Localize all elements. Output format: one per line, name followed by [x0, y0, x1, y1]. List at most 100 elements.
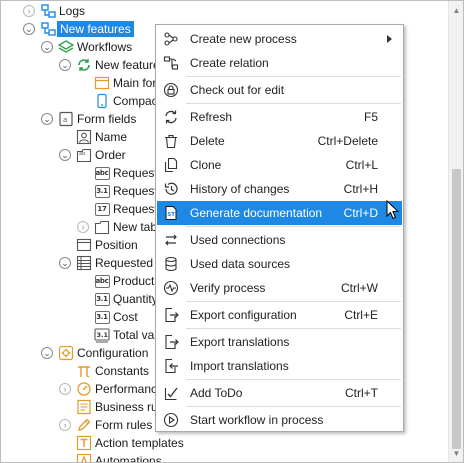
tree-item-product[interactable]: abc Product r — [94, 272, 162, 290]
collapse-icon[interactable]: ⌄ — [41, 41, 53, 53]
text-field-icon: abc — [94, 165, 110, 181]
tree-item-label: Form fields — [77, 112, 137, 126]
tree-item-compact[interactable]: Compact — [94, 92, 161, 110]
vertical-scrollbar[interactable]: ▲ ▼ — [448, 1, 463, 462]
collapse-icon[interactable]: ⌄ — [23, 23, 35, 35]
tree-item-name[interactable]: Name — [76, 128, 127, 146]
section-icon — [76, 237, 92, 253]
pi-icon — [76, 363, 92, 379]
menu-separator — [186, 328, 401, 329]
menu-item-add-todo[interactable]: Add ToDo Ctrl+T — [157, 381, 402, 405]
tree-item-position[interactable]: Position — [76, 236, 138, 254]
expand-icon[interactable]: › — [77, 221, 89, 233]
scroll-up-icon[interactable]: ▲ — [449, 3, 463, 17]
scroll-down-icon[interactable]: ▼ — [449, 446, 463, 460]
text-field-icon: abc — [94, 273, 110, 289]
tree-item-new-feature-workflow[interactable]: ⌄ New feature — [59, 56, 160, 74]
tree-item-logs[interactable]: › Logs — [23, 2, 85, 20]
export-translations-icon — [161, 332, 181, 352]
scrollbar-thumb[interactable] — [452, 169, 461, 449]
context-menu: Create new process Create relation Check… — [155, 24, 404, 432]
menu-item-start-workflow[interactable]: Start workflow in process — [157, 408, 402, 432]
performance-icon — [76, 381, 92, 397]
menu-item-generate-documentation[interactable]: ST Generate documentation Ctrl+D — [157, 201, 402, 225]
svg-text:ST: ST — [167, 212, 175, 218]
tree-item-workflows[interactable]: ⌄ Workflows — [41, 38, 132, 56]
expand-icon[interactable]: › — [59, 419, 71, 431]
tree-item-label: Logs — [59, 4, 86, 18]
svg-text:a: a — [63, 116, 67, 124]
collapse-icon[interactable]: ⌄ — [59, 257, 71, 269]
tree-item-new-tab[interactable]: › New tab — [77, 218, 157, 236]
todo-icon — [161, 383, 181, 403]
menu-item-create-relation[interactable]: Create relation — [157, 51, 402, 75]
layers-icon — [58, 39, 74, 55]
number-field-icon: 3.1 — [94, 183, 110, 199]
tree-item-form-rules[interactable]: › Form rules — [59, 416, 152, 434]
expand-icon[interactable]: › — [23, 5, 35, 17]
svg-text:3.1: 3.1 — [97, 331, 109, 339]
process-icon — [40, 21, 56, 37]
tree-item-form-fields[interactable]: ⌄ a Form fields — [41, 110, 136, 128]
data-sources-icon — [161, 254, 181, 274]
tree-item-request-number[interactable]: 3.1 Request — [94, 182, 158, 200]
menu-separator — [186, 76, 401, 77]
tree-item-business-rules[interactable]: Business rule — [76, 398, 167, 416]
menu-item-used-connections[interactable]: Used connections — [157, 228, 402, 252]
tree-item-label: Configuration — [77, 346, 149, 360]
tree-item-quantity[interactable]: 3.1 Quantity — [94, 290, 158, 308]
expand-icon[interactable]: › — [59, 383, 71, 395]
menu-item-export-translations[interactable]: Export translations — [157, 330, 402, 354]
tab-icon — [94, 219, 110, 235]
workflow-cycle-icon — [76, 57, 92, 73]
menu-item-used-data-sources[interactable]: Used data sources — [157, 252, 402, 276]
automation-icon — [76, 453, 92, 462]
form-window-icon — [94, 75, 110, 91]
tree-item-cost[interactable]: 3.1 Cost — [94, 308, 138, 326]
tree-item-label: Requested p — [95, 256, 164, 270]
menu-item-export-configuration[interactable]: Export configuration Ctrl+E — [157, 303, 402, 327]
tree-item-requester[interactable]: abc Requeste — [94, 164, 164, 182]
menu-item-import-translations[interactable]: Import translations — [157, 354, 402, 378]
menu-item-create-new-process[interactable]: Create new process — [157, 27, 402, 51]
tree-item-label: Compact — [113, 94, 162, 108]
tree-item-action-templates[interactable]: Action templates — [76, 434, 184, 452]
tree-item-label: New features — [57, 21, 134, 37]
tree-item-total-value[interactable]: 3.1 Total valu — [94, 326, 164, 344]
tree-item-performance[interactable]: › Performance — [59, 380, 164, 398]
menu-item-delete[interactable]: Delete Ctrl+Delete — [157, 129, 402, 153]
number-field-icon: 3.1 — [94, 291, 110, 307]
tree-item-order[interactable]: ⌄ ab Order — [59, 146, 126, 164]
clone-icon — [161, 155, 181, 175]
tree-item-configuration[interactable]: ⌄ Configuration — [41, 344, 148, 362]
tree-item-new-features[interactable]: ⌄ New features — [23, 20, 134, 38]
tree-item-label: Cost — [113, 310, 138, 324]
menu-item-refresh[interactable]: Refresh F5 — [157, 105, 402, 129]
menu-item-verify-process[interactable]: Verify process Ctrl+W — [157, 276, 402, 300]
collapse-icon[interactable]: ⌄ — [41, 347, 53, 359]
import-translations-icon — [161, 356, 181, 376]
menu-item-clone[interactable]: Clone Ctrl+L — [157, 153, 402, 177]
number-field-icon: 3.1 — [94, 309, 110, 325]
menu-item-check-out[interactable]: Check out for edit — [157, 78, 402, 102]
tree-item-request-date[interactable]: 17 Request — [94, 200, 158, 218]
tree-item-label: New feature — [95, 58, 160, 72]
tree-item-automations[interactable]: Automations — [76, 452, 162, 462]
calculated-field-icon: 3.1 — [94, 327, 110, 343]
collapse-icon[interactable]: ⌄ — [59, 149, 71, 161]
menu-item-history[interactable]: History of changes Ctrl+H — [157, 177, 402, 201]
delete-icon — [161, 131, 181, 151]
item-list-icon — [76, 255, 92, 271]
tree-item-label: Request — [113, 202, 158, 216]
tree-item-label: Name — [95, 130, 128, 144]
template-icon — [76, 435, 92, 451]
tree-item-constants[interactable]: Constants — [76, 362, 149, 380]
relation-icon — [161, 53, 181, 73]
tree-item-label: Quantity — [113, 292, 158, 306]
collapse-icon[interactable]: ⌄ — [59, 59, 71, 71]
tree-item-requested-products[interactable]: ⌄ Requested p — [59, 254, 163, 272]
tree-item-label: New tab — [113, 220, 158, 234]
menu-separator — [186, 226, 401, 227]
history-icon — [161, 179, 181, 199]
collapse-icon[interactable]: ⌄ — [41, 113, 53, 125]
